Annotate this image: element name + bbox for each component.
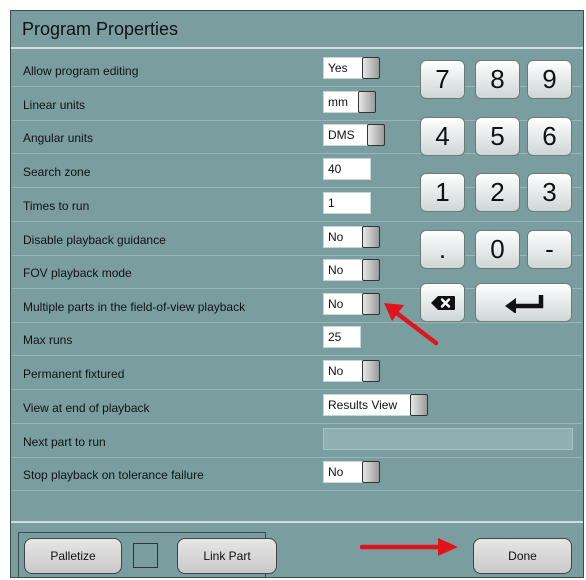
toggle-knob[interactable]	[362, 461, 380, 483]
toggle-allow-program-editing[interactable]: Yes	[323, 57, 380, 79]
footer-divider	[11, 521, 583, 523]
row-divider	[12, 457, 582, 458]
label-angular-units: Angular units	[23, 131, 94, 145]
key-6[interactable]: 6	[527, 117, 572, 156]
max-runs-input[interactable]: 25	[323, 326, 361, 348]
value-view-at-end-of-playback: Results View	[323, 394, 411, 416]
value-angular-units: DMS	[323, 124, 368, 146]
key-7[interactable]: 7	[420, 60, 465, 99]
toggle-stop-playback-on-tolerance-failure[interactable]: No	[323, 461, 380, 483]
key-1[interactable]: 1	[420, 173, 465, 212]
next-part-to-run-input[interactable]	[323, 428, 573, 450]
toggle-knob[interactable]	[362, 293, 380, 315]
times-to-run-input[interactable]: 1	[323, 192, 371, 214]
label-search-zone: Search zone	[23, 165, 91, 179]
key-8[interactable]: 8	[475, 60, 520, 99]
done-button[interactable]: Done	[473, 538, 572, 574]
row-divider	[12, 221, 582, 222]
dialog-title: Program Properties	[11, 11, 583, 49]
toggle-knob[interactable]	[362, 259, 380, 281]
label-permanent-fixtured: Permanent fixtured	[23, 367, 125, 381]
value-disable-playback-guidance: No	[323, 226, 363, 248]
key-3[interactable]: 3	[527, 173, 572, 212]
label-max-runs: Max runs	[23, 333, 73, 347]
label-linear-units: Linear units	[23, 98, 86, 112]
row-divider	[12, 490, 582, 491]
palletize-button[interactable]: Palletize	[24, 538, 122, 574]
key-2[interactable]: 2	[475, 173, 520, 212]
label-multiple-parts-fov-playback: Multiple parts in the field-of-view play…	[23, 300, 246, 314]
label-allow-program-editing: Allow program editing	[23, 64, 139, 78]
enter-icon	[504, 294, 543, 313]
toggle-permanent-fixtured[interactable]: No	[323, 360, 380, 382]
label-disable-playback-guidance: Disable playback guidance	[23, 233, 166, 247]
row-divider	[12, 322, 582, 323]
enter-key[interactable]	[475, 283, 572, 322]
toggle-knob[interactable]	[358, 91, 376, 113]
annotation-arrow-icon	[384, 303, 439, 346]
row-divider	[12, 389, 582, 390]
program-properties-dialog: Program Properties Allow program editing…	[10, 10, 584, 578]
toggle-multiple-parts-fov-playback[interactable]: No	[323, 293, 380, 315]
key-5[interactable]: 5	[475, 117, 520, 156]
key-decimal[interactable]: .	[420, 230, 465, 269]
toggle-disable-playback-guidance[interactable]: No	[323, 226, 380, 248]
label-next-part-to-run: Next part to run	[23, 435, 106, 449]
link-part-button[interactable]: Link Part	[177, 538, 277, 574]
toggle-knob[interactable]	[362, 226, 380, 248]
palletize-checkbox[interactable]	[133, 543, 158, 568]
key-0[interactable]: 0	[475, 230, 520, 269]
label-stop-playback-on-tolerance-failure: Stop playback on tolerance failure	[23, 468, 204, 482]
toggle-knob[interactable]	[362, 57, 380, 79]
row-divider	[12, 355, 582, 356]
toggle-angular-units[interactable]: DMS	[323, 124, 385, 146]
annotation-arrow-icon	[360, 538, 458, 556]
toggle-view-at-end-of-playback[interactable]: Results View	[323, 394, 428, 416]
key-minus[interactable]: -	[527, 230, 572, 269]
search-zone-input[interactable]: 40	[323, 158, 371, 180]
row-divider	[12, 423, 582, 424]
value-multiple-parts-fov-playback: No	[323, 293, 363, 315]
value-linear-units: mm	[323, 91, 359, 113]
toggle-fov-playback-mode[interactable]: No	[323, 259, 380, 281]
value-stop-playback-on-tolerance-failure: No	[323, 461, 363, 483]
value-fov-playback-mode: No	[323, 259, 363, 281]
key-9[interactable]: 9	[527, 60, 572, 99]
value-allow-program-editing: Yes	[323, 57, 363, 79]
value-permanent-fixtured: No	[323, 360, 363, 382]
label-fov-playback-mode: FOV playback mode	[23, 266, 132, 280]
key-4[interactable]: 4	[420, 117, 465, 156]
label-times-to-run: Times to run	[23, 199, 90, 213]
label-view-at-end-of-playback: View at end of playback	[23, 401, 150, 415]
toggle-knob[interactable]	[362, 360, 380, 382]
toggle-knob[interactable]	[410, 394, 428, 416]
toggle-knob[interactable]	[367, 124, 385, 146]
toggle-linear-units[interactable]: mm	[323, 91, 376, 113]
